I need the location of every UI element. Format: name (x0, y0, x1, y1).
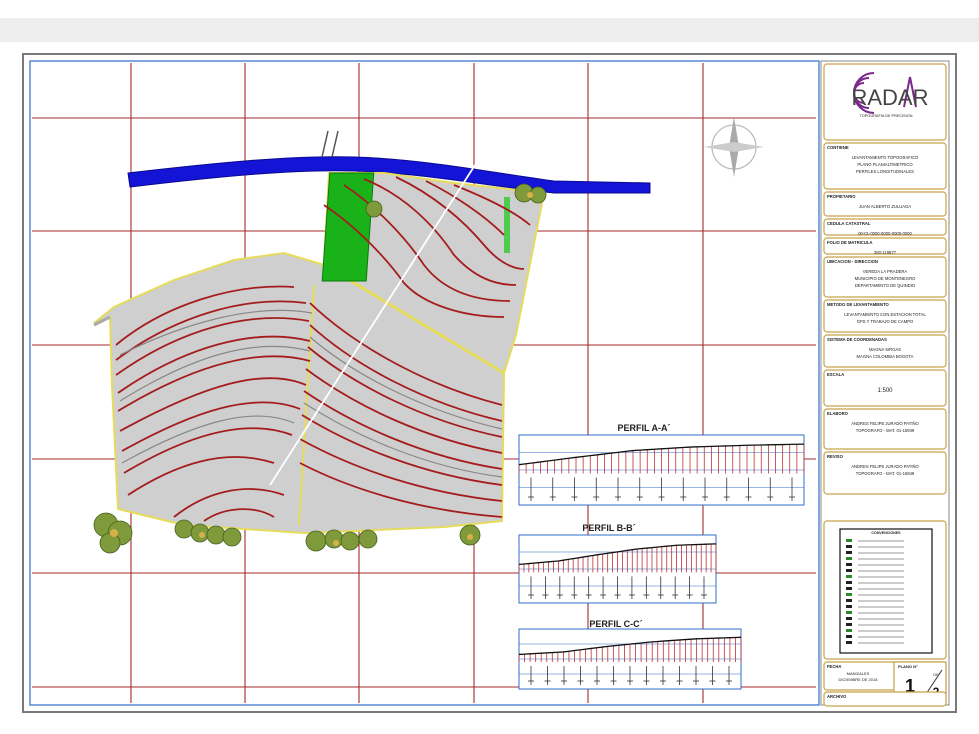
ubicacion-line: VEREDA LA PRADERA (863, 269, 908, 274)
convenciones-label: CONVENCIONES (871, 531, 901, 535)
topographic-plan: PERFIL A-A´ PERFIL B-B´ PERFIL C-C´ RADAR T… (29, 60, 950, 707)
metodo-line: GPS Y TRABAJO DE CAMPO (857, 319, 914, 324)
escala-value: 1:500 (877, 388, 893, 394)
folio-line: 280-119877 (874, 250, 897, 255)
reviso-line: ANDRES FELIPE JURADO PATIÑO (851, 464, 919, 469)
contiene-line: LEVANTAMIENTO TOPOGRAFICO (852, 155, 919, 160)
reviso-line: TOPOGRAFO - MAT. 01-15949 (856, 471, 915, 476)
sistema-label: SISTEMA DE COORDENADAS (827, 337, 887, 342)
profile-1: PERFIL A-A´ (518, 423, 805, 506)
elaboro-line: ANDRES FELIPE JURADO PATIÑO (851, 421, 919, 426)
logo-name: RADAR (851, 85, 928, 110)
metodo-line: LEVANTAMIENTO CON ESTACION TOTAL (844, 312, 926, 317)
green-zone (321, 172, 375, 282)
sistema-line: MAGNA SIRGAS (869, 347, 901, 352)
propietario-line: JUAN ALBERTO ZULUAGA (859, 204, 911, 209)
profiles-area: PERFIL A-A´ PERFIL B-B´ PERFIL C-C´ (518, 423, 805, 690)
profile-title: PERFIL C-C´ (589, 619, 642, 629)
ubicacion-line: DEPARTAMENTO DE QUINDIO (855, 283, 916, 288)
propietario-label: PROPIETARIO (827, 194, 856, 199)
plano-de: DE (933, 672, 939, 677)
cedula-line: 00-01-0000-0000-0000-0000 (858, 231, 912, 236)
logo-tagline: TOPOGRAFIA DE PRECISION (860, 114, 913, 118)
escala-label: ESCALA (827, 372, 844, 377)
sistema-line: MAGNA COLOMBIA BOGOTA (857, 354, 914, 359)
profile-2: PERFIL B-B´ (518, 523, 717, 604)
fecha-label: FECHA (827, 664, 841, 669)
plano-label: PLANO N° (898, 664, 918, 669)
profile-3: PERFIL C-C´ (518, 619, 742, 690)
drawing-sheet: PERFIL A-A´ PERFIL B-B´ PERFIL C-C´ RADAR T… (22, 53, 957, 713)
ubicacion-label: UBICACION - DIRECCION (827, 259, 878, 264)
title-block: RADARTOPOGRAFIA DE PRECISIONCONTIENELEVA… (820, 60, 950, 707)
archivo-label: ARCHIVO (827, 694, 847, 699)
profile-title: PERFIL B-B´ (582, 523, 635, 533)
elaboro-label: ELABORO (827, 411, 849, 416)
ubicacion-line: MUNICIPIO DE MONTENEGRO (855, 276, 916, 281)
green-strip (504, 197, 510, 253)
elaboro-line: TOPOGRAFO - MAT. 01-15949 (856, 428, 915, 433)
contiene-line: PLANO PLANIALTIMETRICO (857, 162, 913, 167)
north-arrow-icon (704, 117, 764, 177)
parcel (93, 172, 546, 535)
profile-title: PERFIL A-A´ (618, 423, 671, 433)
fecha-line: MANIZALES (847, 671, 870, 676)
folio-label: FOLIO DE MATRICULA (827, 240, 873, 245)
viewer-top-bar (0, 18, 979, 42)
fecha-line: DICIEMBRE DE 2018 (839, 677, 879, 682)
reviso-label: REVISO (827, 454, 844, 459)
contiene-line: PERFILES LONGITUDINALES (856, 169, 914, 174)
contiene-label: CONTIENE (827, 145, 849, 150)
cedula-label: CEDULA CATASTRAL (827, 221, 871, 226)
metodo-label: METODO DE LEVANTAMIENTO (827, 302, 890, 307)
